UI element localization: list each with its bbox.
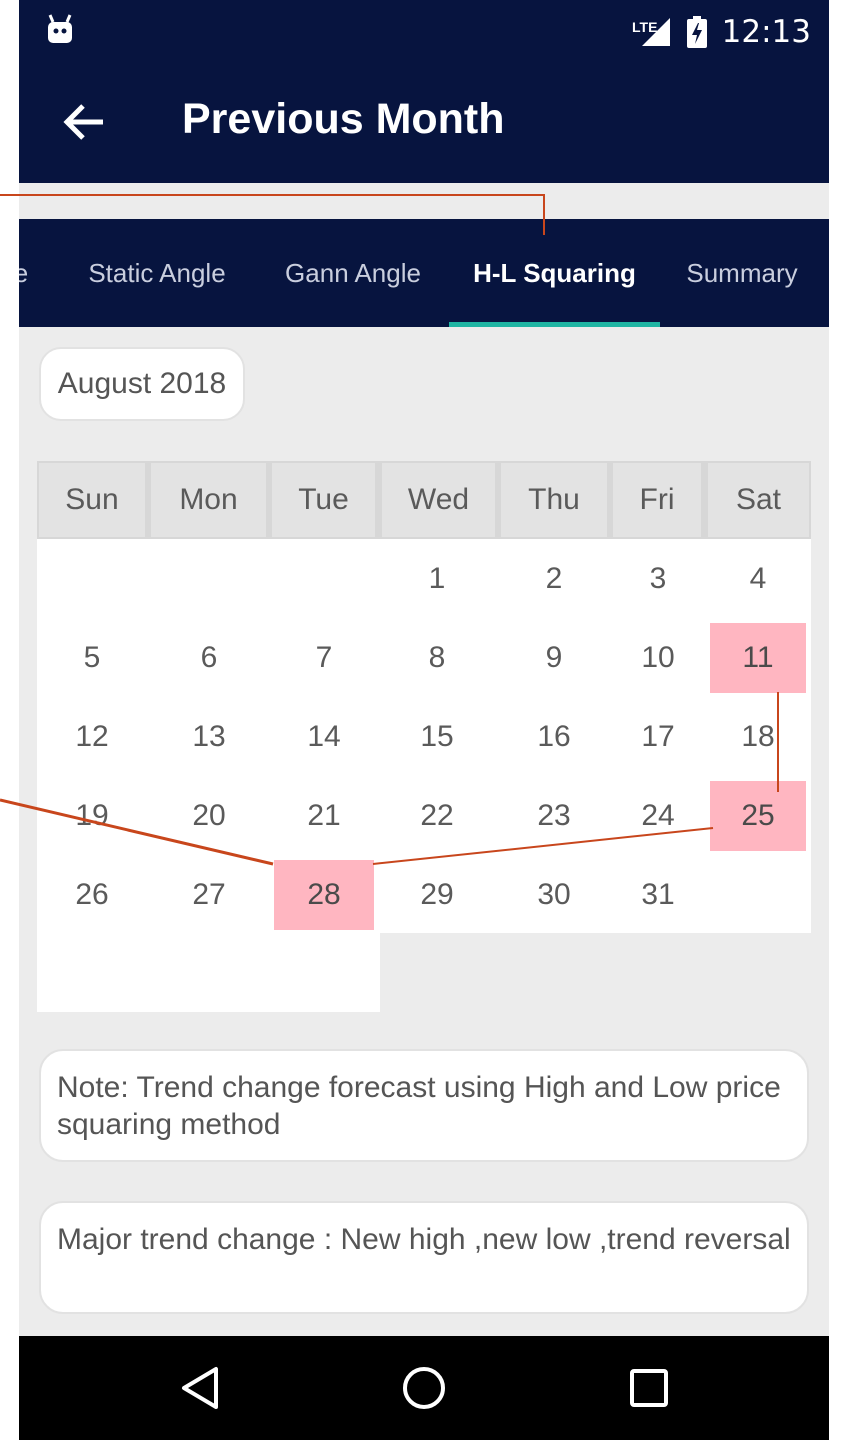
major-trend-card: Major trend change : New high ,new low ,… xyxy=(39,1201,809,1314)
calendar-day-highlighted[interactable]: 28 xyxy=(274,860,374,930)
calendar-day-highlighted[interactable]: 25 xyxy=(710,781,806,851)
back-button[interactable] xyxy=(57,95,111,149)
calendar-day xyxy=(710,860,806,930)
calendar-day[interactable]: 1 xyxy=(381,544,493,614)
calendar-day[interactable]: 22 xyxy=(381,781,493,851)
calendar-day[interactable]: 17 xyxy=(612,702,704,772)
tab-partial[interactable]: e xyxy=(19,219,33,327)
calendar-day[interactable]: 30 xyxy=(501,860,607,930)
tab-hl-squaring[interactable]: H-L Squaring xyxy=(449,219,660,327)
calendar-day[interactable]: 4 xyxy=(710,544,806,614)
calendar-grid-extra-row xyxy=(37,933,380,1012)
calendar-day[interactable]: 5 xyxy=(37,623,147,693)
calendar-day[interactable]: 23 xyxy=(501,781,607,851)
triangle-back-icon xyxy=(182,1367,218,1409)
status-bar: LTE 12:13 xyxy=(19,0,829,63)
calendar-day[interactable]: 13 xyxy=(150,702,268,772)
nav-home-button[interactable] xyxy=(398,1362,450,1414)
tab-static-angle[interactable]: Static Angle xyxy=(69,219,245,327)
calendar-day-highlighted[interactable]: 11 xyxy=(710,623,806,693)
calendar-day[interactable]: 24 xyxy=(612,781,704,851)
nav-back-button[interactable] xyxy=(174,1362,226,1414)
calendar-day[interactable]: 3 xyxy=(612,544,704,614)
weekday-thu: Thu xyxy=(501,463,607,537)
weekday-mon: Mon xyxy=(151,463,266,537)
calendar-grid: 1 2 3 4 5 6 7 8 9 10 11 12 13 14 15 16 1… xyxy=(37,539,811,933)
page-title: Previous Month xyxy=(182,95,505,143)
weekday-wed: Wed xyxy=(382,463,495,537)
calendar-weekday-header: Sun Mon Tue Wed Thu Fri Sat xyxy=(37,461,811,539)
calendar-day[interactable]: 9 xyxy=(501,623,607,693)
calendar-day[interactable]: 10 xyxy=(612,623,704,693)
calendar-day[interactable]: 26 xyxy=(37,860,147,930)
tab-summary[interactable]: Summary xyxy=(677,219,807,327)
calendar-day[interactable]: 6 xyxy=(150,623,268,693)
battery-charging-icon xyxy=(686,16,707,48)
android-notification-icon xyxy=(48,14,72,43)
calendar-day[interactable]: 2 xyxy=(501,544,607,614)
calendar-day[interactable]: 19 xyxy=(37,781,147,851)
square-recents-icon xyxy=(630,1369,668,1407)
status-time: 12:13 xyxy=(721,14,811,50)
calendar-day[interactable]: 29 xyxy=(381,860,493,930)
calendar-day xyxy=(274,544,374,614)
arrow-left-icon xyxy=(63,104,103,140)
app-bar: Previous Month xyxy=(19,63,829,183)
tab-gann-angle[interactable]: Gann Angle xyxy=(269,219,437,327)
calendar-day[interactable]: 14 xyxy=(274,702,374,772)
calendar-day[interactable]: 16 xyxy=(501,702,607,772)
system-nav-bar xyxy=(19,1336,829,1440)
nav-recents-button[interactable] xyxy=(623,1362,675,1414)
circle-home-icon xyxy=(403,1367,445,1409)
calendar-day[interactable]: 20 xyxy=(150,781,268,851)
calendar-day[interactable]: 21 xyxy=(274,781,374,851)
weekday-sat: Sat xyxy=(708,463,809,537)
calendar-day[interactable]: 18 xyxy=(710,702,806,772)
calendar-day[interactable]: 27 xyxy=(150,860,268,930)
weekday-tue: Tue xyxy=(272,463,375,537)
calendar-day xyxy=(150,544,268,614)
calendar-day[interactable]: 31 xyxy=(612,860,704,930)
weekday-sun: Sun xyxy=(39,463,145,537)
month-selector[interactable]: August 2018 xyxy=(39,347,245,421)
phone-screen: LTE 12:13 Previous Month e Static Angle … xyxy=(19,0,829,1440)
note-card: Note: Trend change forecast using High a… xyxy=(39,1049,809,1162)
tab-bar: e Static Angle Gann Angle H-L Squaring S… xyxy=(19,219,829,327)
weekday-fri: Fri xyxy=(613,463,701,537)
active-tab-indicator xyxy=(449,322,660,327)
lte-label: LTE xyxy=(632,19,657,35)
calendar-day[interactable]: 12 xyxy=(37,702,147,772)
calendar-day[interactable]: 15 xyxy=(381,702,493,772)
calendar-day xyxy=(37,544,147,614)
calendar-day[interactable]: 8 xyxy=(381,623,493,693)
calendar-day[interactable]: 7 xyxy=(274,623,374,693)
cell-signal-icon: LTE xyxy=(632,18,670,46)
